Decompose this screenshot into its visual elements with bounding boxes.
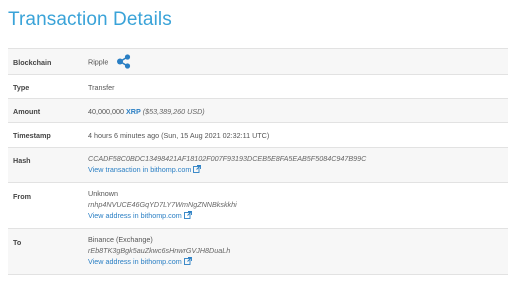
value-to: Binance (Exchange) rEb8TK3gBgk5auZkwc6sH… — [88, 229, 508, 275]
blockchain-name: Ripple — [88, 57, 109, 67]
transaction-details-table: Blockchain Ripple Type Transfer Amount 4… — [8, 48, 508, 275]
row-type: Type Transfer — [8, 74, 508, 99]
value-amount: 40,000,000 XRP ($53,389,260 USD) — [88, 99, 508, 123]
label-blockchain: Blockchain — [13, 58, 52, 67]
label-hash: Hash — [13, 156, 31, 165]
external-link-icon — [193, 165, 202, 176]
value-blockchain: Ripple — [88, 49, 508, 75]
external-link-icon — [183, 211, 192, 222]
label-from: From — [13, 192, 31, 201]
page-title: Transaction Details — [8, 9, 172, 30]
from-address: rnhp4NVUCE46GqYD7LY7WmNgZNNBkskkhi — [88, 200, 237, 209]
amount-usd: ($53,389,260 USD) — [142, 107, 205, 116]
view-transaction-link[interactable]: View transaction in bithomp.com — [88, 165, 202, 176]
amount-value: 40,000,000 — [88, 107, 124, 116]
row-to: To Binance (Exchange) rEb8TK3gBgk5auZkwc… — [8, 228, 508, 275]
view-to-address-link[interactable]: View address in bithomp.com — [88, 257, 192, 266]
label-timestamp: Timestamp — [13, 131, 51, 140]
view-from-address-link[interactable]: View address in bithomp.com — [88, 211, 192, 220]
to-address: rEb8TK3gBgk5auZkwc6sHnwrGVJH8DuaLh — [88, 246, 231, 255]
row-timestamp: Timestamp 4 hours 6 minutes ago (Sun, 15… — [8, 122, 508, 148]
to-name: Binance (Exchange) — [88, 235, 153, 244]
label-amount: Amount — [13, 107, 41, 116]
external-link-icon — [183, 257, 192, 268]
row-amount: Amount 40,000,000 XRP ($53,389,260 USD) — [8, 98, 508, 123]
label-to: To — [13, 238, 22, 247]
row-from: From Unknown rnhp4NVUCE46GqYD7LY7WmNgZNN… — [8, 182, 508, 229]
row-blockchain: Blockchain Ripple — [8, 48, 508, 75]
value-hash: CCADF58C0BDC13498421AF18102F007F93193DCE… — [88, 148, 508, 183]
transaction-hash: CCADF58C0BDC13498421AF18102F007F93193DCE… — [88, 154, 367, 163]
from-name: Unknown — [88, 189, 118, 198]
amount-currency: XRP — [125, 107, 141, 116]
ripple-logo-icon — [116, 54, 132, 71]
label-type: Type — [13, 83, 30, 92]
row-hash: Hash CCADF58C0BDC13498421AF18102F007F931… — [8, 147, 508, 183]
value-from: Unknown rnhp4NVUCE46GqYD7LY7WmNgZNNBkskk… — [88, 183, 508, 229]
value-type: Transfer — [88, 83, 115, 92]
value-timestamp: 4 hours 6 minutes ago (Sun, 15 Aug 2021 … — [88, 131, 270, 140]
